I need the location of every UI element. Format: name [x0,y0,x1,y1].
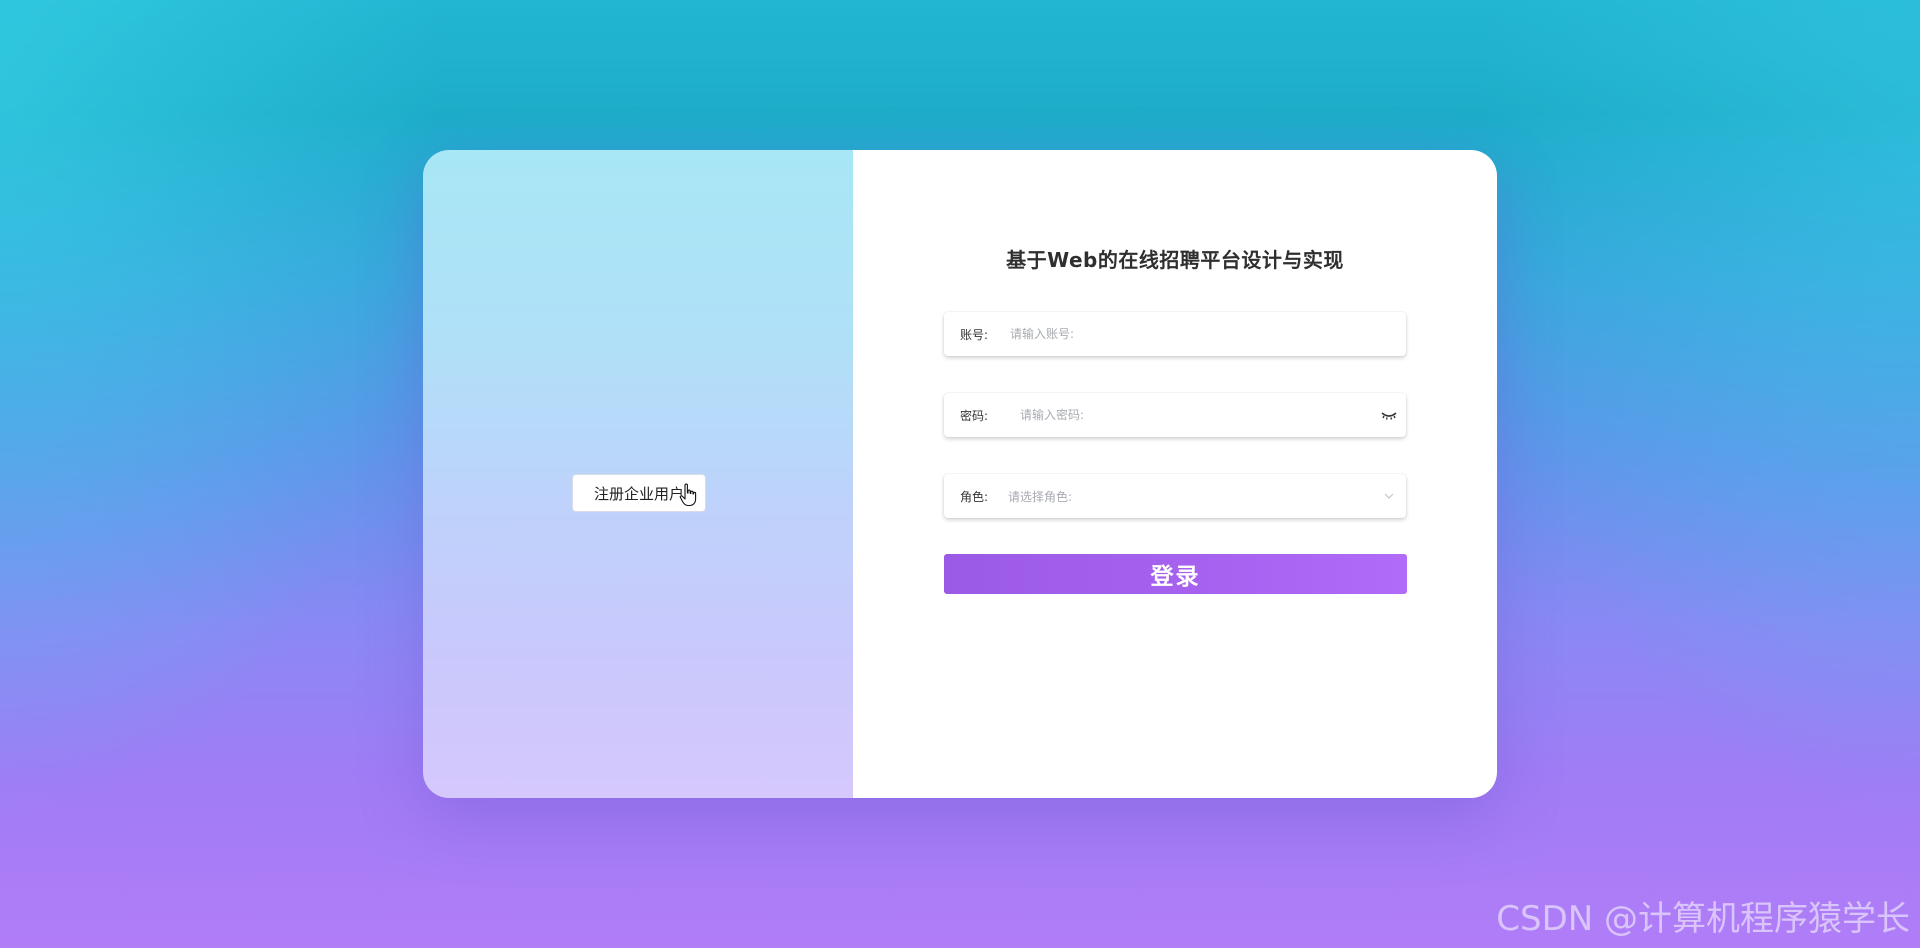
left-panel: 注册企业用户 [423,150,853,798]
register-enterprise-button[interactable]: 注册企业用户 [572,474,706,512]
role-placeholder: 请选择角色: [1008,489,1073,504]
password-input[interactable] [1018,392,1378,438]
role-select[interactable]: 角色: 请选择角色: [944,474,1406,518]
chevron-down-icon[interactable] [1382,491,1396,501]
login-button-label: 登录 [1150,564,1201,590]
watermark: CSDN @计算机程序猿学长 [1496,899,1910,939]
login-card: 注册企业用户 基于Web的在线招聘平台设计与实现 账号: 密码: 角色: 请选择… [423,150,1497,798]
password-label: 密码: [960,408,989,423]
account-field: 账号: [944,311,1406,357]
role-label: 角色: [960,489,989,504]
eye-closed-icon[interactable] [1378,408,1400,422]
login-form-panel: 基于Web的在线招聘平台设计与实现 账号: 密码: 角色: 请选择角色: [853,150,1497,798]
password-field: 密码: [944,392,1406,438]
login-button[interactable]: 登录 [944,554,1407,594]
page-title: 基于Web的在线招聘平台设计与实现 [1006,248,1344,272]
account-input[interactable] [1008,311,1406,357]
account-label: 账号: [960,327,989,342]
register-enterprise-label: 注册企业用户 [593,484,684,503]
